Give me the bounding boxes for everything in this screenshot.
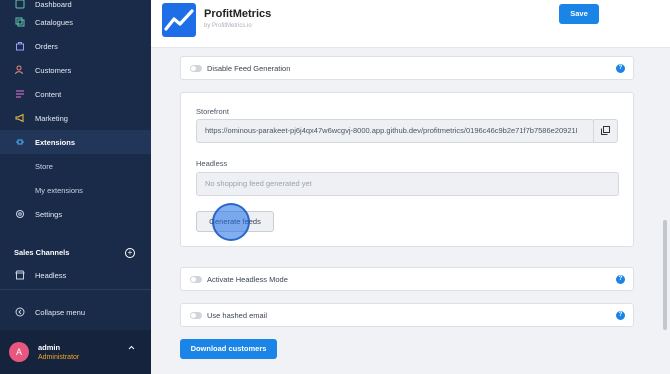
catalogue-icon — [14, 17, 25, 28]
activate-headless-toggle[interactable] — [190, 276, 202, 283]
sales-channels-title: Sales Channels — [14, 248, 70, 257]
divider — [0, 289, 151, 290]
sidebar: Dashboard Catalogues Orders Customers Co… — [0, 0, 151, 374]
disable-feed-label: Disable Feed Generation — [207, 64, 291, 73]
sidebar-item-orders[interactable]: Orders — [0, 34, 151, 58]
copy-icon — [601, 122, 610, 140]
storefront-label: Storefront — [196, 107, 229, 116]
collapse-icon — [14, 307, 25, 318]
sidebar-item-store[interactable]: Store — [0, 154, 151, 178]
sidebar-item-extensions[interactable]: Extensions — [0, 130, 151, 154]
chevron-up-icon[interactable] — [128, 345, 135, 352]
activate-headless-label: Activate Headless Mode — [207, 275, 288, 284]
user-role: Administrator — [38, 354, 80, 361]
scrollbar[interactable] — [663, 220, 667, 330]
click-indicator — [212, 203, 250, 241]
app-header: ProfitMetrics by ProfitMetrics.io Save — [151, 0, 670, 48]
add-channel-icon[interactable]: + — [125, 248, 135, 258]
dashboard-icon — [14, 0, 25, 10]
sidebar-item-marketing[interactable]: Marketing — [0, 106, 151, 130]
gear-icon — [14, 209, 25, 220]
storefront-feed-url[interactable]: https://ominous-parakeet-pj6j4qx47w6wcgv… — [196, 119, 594, 143]
content-icon — [14, 89, 25, 100]
profitmetrics-logo — [162, 3, 196, 37]
sidebar-item-content[interactable]: Content — [0, 82, 151, 106]
user-name: admin — [38, 343, 61, 352]
sidebar-item-settings[interactable]: Settings — [0, 202, 151, 226]
sidebar-item-catalogues[interactable]: Catalogues — [0, 10, 151, 34]
hashed-email-label: Use hashed email — [207, 311, 268, 320]
user-menu[interactable]: A admin Administrator — [0, 330, 151, 374]
disable-feed-row: Disable Feed Generation ? — [180, 56, 634, 80]
headless-label: Headless — [196, 159, 228, 168]
help-icon[interactable]: ? — [616, 311, 625, 320]
sidebar-item-headless[interactable]: Headless — [0, 263, 151, 287]
orders-icon — [14, 41, 25, 52]
help-icon[interactable]: ? — [616, 64, 625, 73]
copy-button[interactable] — [593, 119, 618, 143]
app-subtitle: by ProfitMetrics.io — [204, 23, 252, 29]
sidebar-item-customers[interactable]: Customers — [0, 58, 151, 82]
disable-feed-toggle[interactable] — [190, 65, 202, 72]
activate-headless-row: Activate Headless Mode ? — [180, 267, 634, 291]
download-customers-button[interactable]: Download customers — [180, 339, 277, 359]
sidebar-item-my-extensions[interactable]: My extensions — [0, 178, 151, 202]
storefront-icon — [14, 270, 25, 281]
headless-feed-field[interactable]: No shopping feed generated yet — [196, 172, 619, 196]
megaphone-icon — [14, 113, 25, 124]
extensions-icon — [14, 137, 25, 148]
hashed-email-toggle[interactable] — [190, 312, 202, 319]
collapse-menu-button[interactable]: Collapse menu — [0, 300, 151, 324]
avatar: A — [9, 342, 29, 362]
hashed-email-row: Use hashed email ? — [180, 303, 634, 327]
save-button[interactable]: Save — [559, 4, 599, 24]
app-title: ProfitMetrics — [204, 8, 272, 20]
customers-icon — [14, 65, 25, 76]
help-icon[interactable]: ? — [616, 275, 625, 284]
